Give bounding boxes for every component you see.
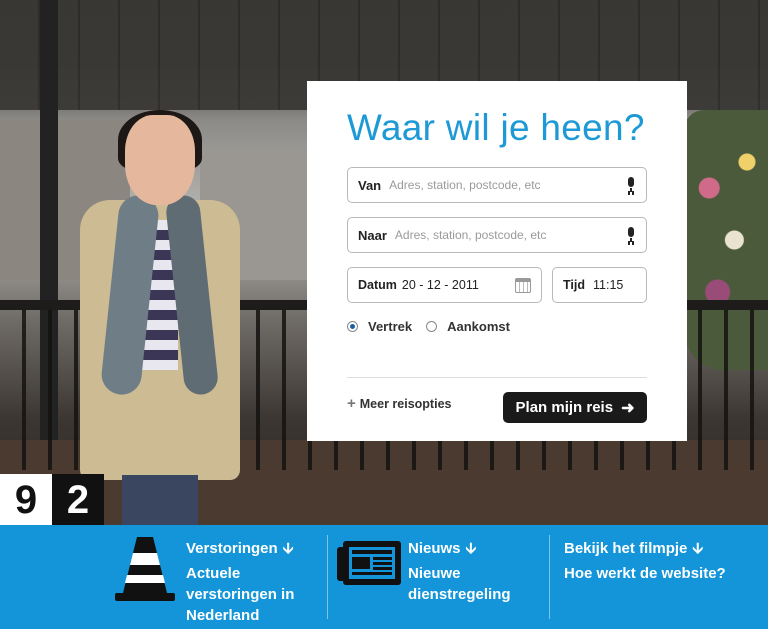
- news-line: dienstregeling: [408, 586, 511, 603]
- disruptions-line: Nederland: [186, 607, 260, 624]
- arrow-right-icon: ➜: [621, 399, 635, 417]
- logo-digit: 9: [0, 474, 52, 526]
- planner-title: Waar wil je heen?: [347, 107, 645, 148]
- plan-button-label: Plan mijn reis: [515, 399, 614, 416]
- to-field[interactable]: Naar Adres, station, postcode, etc: [347, 217, 647, 253]
- arrow-down-icon: 🡫: [282, 540, 294, 557]
- microphone-icon[interactable]: [626, 227, 636, 243]
- news-block[interactable]: Nieuws 🡫 Nieuwe dienstregeling: [408, 525, 511, 629]
- plan-journey-button[interactable]: Plan mijn reis ➜: [503, 392, 647, 423]
- to-input[interactable]: Adres, station, postcode, etc: [395, 228, 626, 242]
- microphone-icon[interactable]: [626, 177, 636, 193]
- more-options-label: Meer reisopties: [359, 396, 452, 411]
- arrow-down-icon: 🡫: [465, 540, 477, 557]
- woman-figure: [80, 110, 240, 525]
- news-line: Nieuwe: [408, 565, 461, 582]
- video-text: Hoe werkt de website?: [564, 563, 726, 584]
- traffic-cone-icon: [115, 537, 175, 601]
- date-field[interactable]: Datum 20 - 12 - 2011: [347, 267, 542, 303]
- time-label: Tijd: [563, 278, 585, 292]
- video-heading[interactable]: Bekijk het filmpje 🡫: [564, 538, 726, 563]
- divider: [347, 377, 647, 378]
- more-options-link[interactable]: + Meer reisopties: [347, 395, 451, 412]
- journey-planner-card: Waar wil je heen? Van Adres, station, po…: [307, 81, 687, 441]
- arrow-down-icon: 🡫: [692, 540, 704, 557]
- info-footer: Verstoringen 🡫 Actuele verstoringen in Ne…: [0, 525, 768, 629]
- arrival-radio[interactable]: [426, 321, 438, 332]
- news-text: Nieuwe dienstregeling: [408, 563, 511, 605]
- logo-digit: 2: [52, 474, 104, 526]
- date-input[interactable]: 20 - 12 - 2011: [402, 278, 515, 292]
- time-input[interactable]: 11:15: [593, 278, 636, 292]
- footer-divider: [549, 535, 550, 619]
- newspaper-icon: [337, 541, 401, 585]
- from-label: Van: [358, 177, 382, 193]
- time-field[interactable]: Tijd 11:15: [552, 267, 647, 303]
- footer-divider: [327, 535, 328, 619]
- departure-label[interactable]: Vertrek: [368, 319, 412, 334]
- arrival-label[interactable]: Aankomst: [447, 319, 510, 334]
- to-label: Naar: [358, 227, 387, 243]
- disruptions-line: Actuele: [186, 565, 241, 582]
- video-block[interactable]: Bekijk het filmpje 🡫 Hoe werkt de website…: [564, 525, 726, 629]
- disruptions-title: Verstoringen: [186, 540, 278, 557]
- from-field[interactable]: Van Adres, station, postcode, etc: [347, 167, 647, 203]
- disruptions-block[interactable]: Verstoringen 🡫 Actuele verstoringen in Ne…: [186, 525, 294, 629]
- departure-radio[interactable]: [347, 321, 358, 332]
- plus-icon: +: [347, 395, 356, 412]
- disruptions-heading[interactable]: Verstoringen 🡫: [186, 538, 294, 563]
- disruptions-line: verstoringen in: [186, 586, 295, 603]
- news-heading[interactable]: Nieuws 🡫: [408, 538, 511, 563]
- news-title: Nieuws: [408, 540, 461, 557]
- calendar-icon[interactable]: [515, 277, 531, 293]
- video-title: Bekijk het filmpje: [564, 540, 688, 557]
- from-input[interactable]: Adres, station, postcode, etc: [389, 178, 626, 192]
- video-line: Hoe werkt de website?: [564, 565, 726, 582]
- date-label: Datum: [358, 278, 397, 292]
- departure-arrival-toggle: Vertrek Aankomst: [347, 319, 510, 334]
- disruptions-text: Actuele verstoringen in Nederland: [186, 563, 294, 626]
